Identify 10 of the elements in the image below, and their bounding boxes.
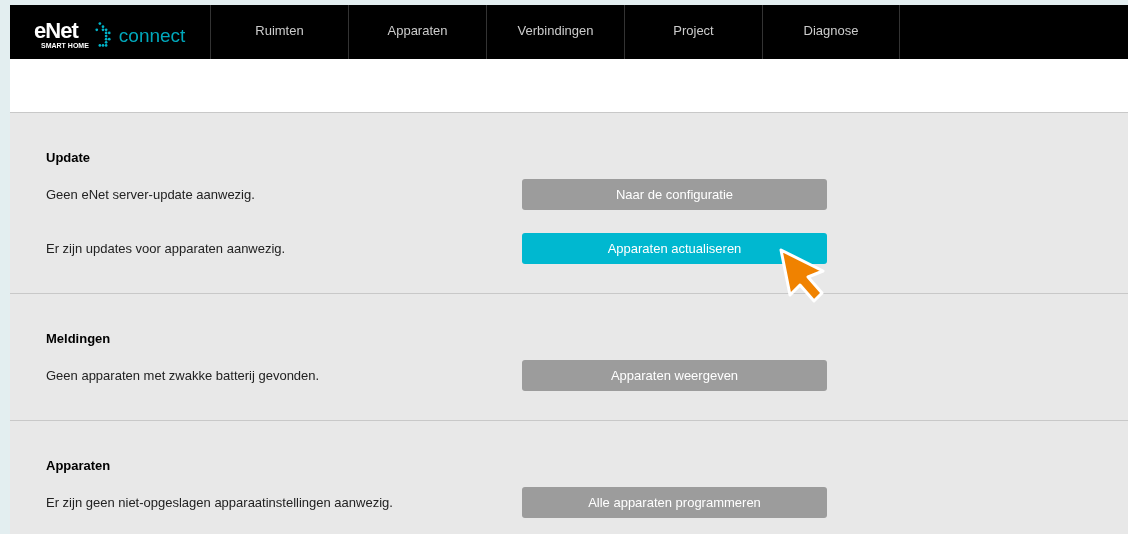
- status-text: Er zijn updates voor apparaten aanwezig.: [46, 239, 287, 258]
- status-text: Er zijn geen niet-opgeslagen apparaatinstellingen aanwezig.: [46, 493, 394, 512]
- status-text: Geen apparaten met zwakke batterij gevonden.: [46, 366, 321, 385]
- section-title: Apparaten: [46, 459, 112, 473]
- dots-icon: [94, 22, 111, 47]
- logo-wordmark: eNet: [34, 20, 78, 42]
- logo-product: connect: [118, 26, 186, 45]
- status-text: Geen eNet server-update aanwezig.: [46, 185, 256, 204]
- section-title: Meldingen: [46, 332, 112, 346]
- section-title: Update: [46, 151, 92, 165]
